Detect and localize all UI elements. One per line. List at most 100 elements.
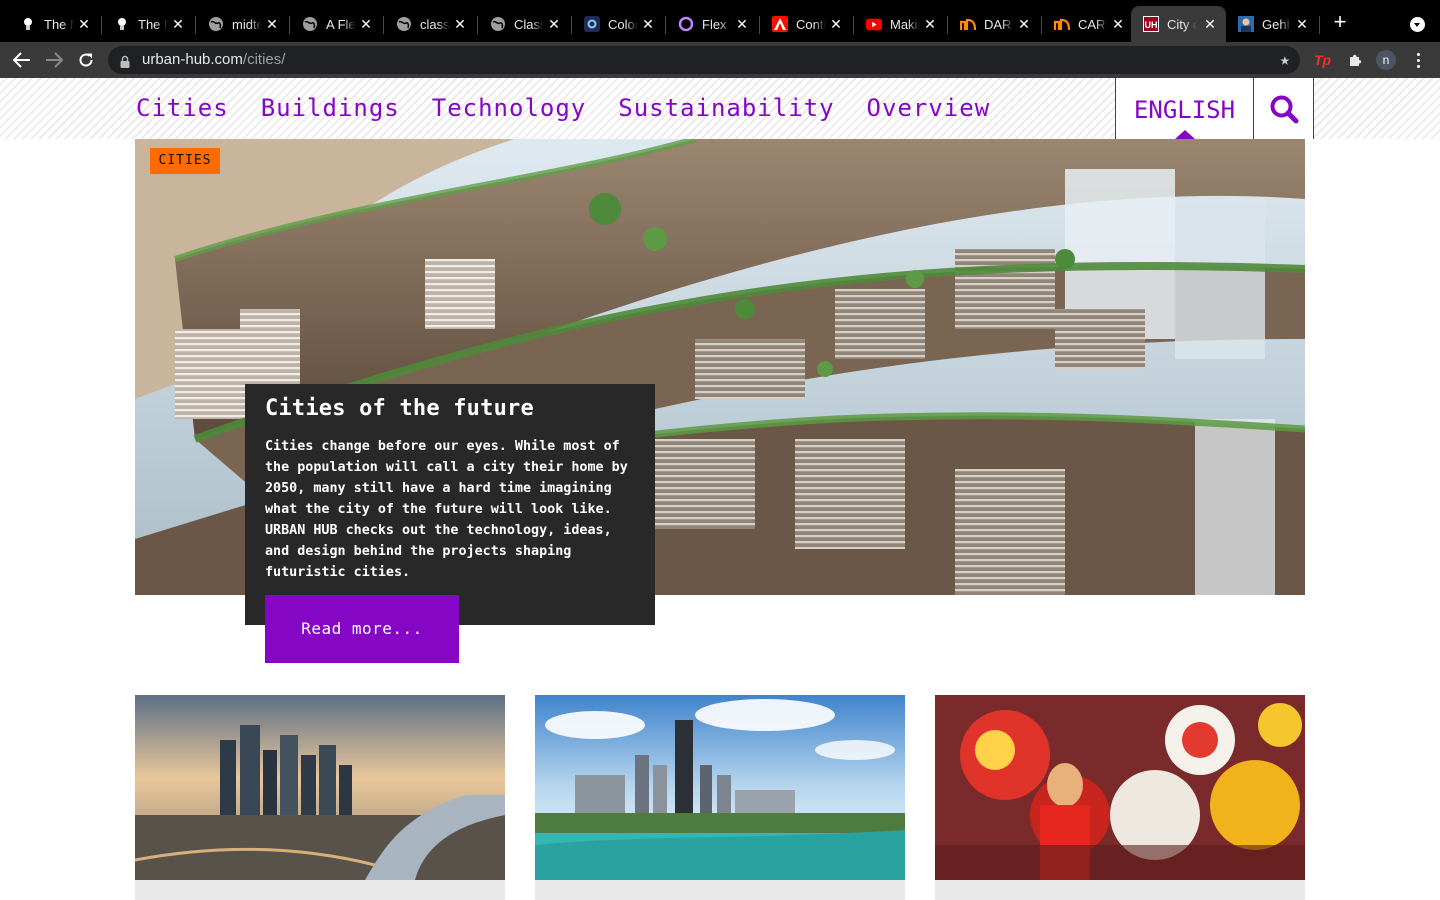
tab-title: City o [1167, 16, 1197, 32]
browser-tab[interactable]: The N ✕ [102, 6, 194, 42]
profile-avatar[interactable]: n [1376, 50, 1396, 70]
close-tab-icon[interactable]: ✕ [546, 16, 562, 32]
adobe-icon [772, 16, 788, 32]
browser-tab-active[interactable]: UH City o ✕ [1131, 6, 1226, 42]
article-card-footer [935, 880, 1305, 900]
hero-title: Cities of the future [265, 396, 534, 421]
browser-tab[interactable]: Gehl ✕ [1226, 6, 1318, 42]
dart-logo-icon [960, 16, 976, 32]
globe-icon [396, 16, 412, 32]
youtube-icon [866, 16, 882, 32]
globe-icon [208, 16, 224, 32]
article-card-footer [535, 880, 905, 900]
browser-tab-bar: The N ✕ The N ✕ midte ✕ A Fle ✕ class ✕ … [0, 0, 1440, 42]
browser-tab[interactable]: Conti ✕ [760, 6, 852, 42]
close-tab-icon[interactable]: ✕ [1202, 16, 1218, 32]
nav-link-overview[interactable]: Overview [867, 94, 991, 122]
site-header: Cities Buildings Technology Sustainabili… [0, 78, 1440, 139]
tab-title: The N [44, 16, 74, 32]
article-card-footer [135, 880, 505, 900]
browser-tab[interactable]: class ✕ [384, 6, 476, 42]
close-tab-icon[interactable]: ✕ [922, 16, 938, 32]
bulb-icon [20, 16, 36, 32]
article-thumbnail-chicago-lakefront[interactable] [535, 695, 905, 880]
search-icon [1270, 95, 1298, 123]
bulb-icon [114, 16, 130, 32]
reload-icon [79, 53, 93, 67]
tab-title: midte [232, 16, 262, 32]
article-thumbnail-moscow-skyline[interactable] [135, 695, 505, 880]
tab-title: DART [984, 16, 1014, 32]
city-skyline-image [135, 695, 505, 880]
close-tab-icon[interactable]: ✕ [1110, 16, 1126, 32]
tab-title: The N [138, 16, 168, 32]
nav-link-buildings[interactable]: Buildings [261, 94, 400, 122]
forward-button[interactable] [44, 50, 64, 70]
browser-tab[interactable]: The N ✕ [8, 6, 100, 42]
browser-tab[interactable]: Flex C ✕ [666, 6, 758, 42]
back-button[interactable] [12, 50, 32, 70]
color-picker-icon [584, 16, 600, 32]
browser-menu-icon[interactable] [1412, 52, 1424, 68]
globe-icon [302, 16, 318, 32]
close-tab-icon[interactable]: ✕ [1016, 16, 1032, 32]
tab-title: Color [608, 16, 638, 32]
browser-tab[interactable]: Color ✕ [572, 6, 664, 42]
read-more-button[interactable]: Read more... [265, 595, 459, 663]
reload-button[interactable] [76, 50, 96, 70]
tab-title: A Fle [326, 16, 356, 32]
url-host: urban-hub.com [142, 51, 243, 68]
new-tab-button[interactable]: + [1330, 11, 1350, 33]
forward-arrow-icon [46, 52, 63, 68]
close-tab-icon[interactable]: ✕ [1294, 16, 1310, 32]
language-selector[interactable]: ENGLISH [1115, 78, 1254, 139]
tab-title: class [420, 16, 450, 32]
tab-title: Makin [890, 16, 920, 32]
browser-tab[interactable]: A Fle ✕ [290, 6, 382, 42]
tab-title: Conti [796, 16, 826, 32]
back-arrow-icon [13, 52, 30, 68]
profile-photo-icon [1238, 16, 1254, 32]
hero-description: Cities change before our eyes. While mos… [265, 439, 628, 580]
category-badge[interactable]: CITIES [150, 148, 220, 174]
lion-dance-festival-image [935, 695, 1305, 880]
bookmark-star-icon[interactable]: ★ [1280, 51, 1290, 69]
lakefront-city-image [535, 695, 905, 880]
tab-search-icon[interactable] [1410, 17, 1425, 32]
browser-tab[interactable]: Makin ✕ [854, 6, 946, 42]
article-thumbnail-lion-dance[interactable] [935, 695, 1305, 880]
address-bar[interactable]: urban-hub.com/cities/ ★ [108, 46, 1300, 74]
lock-icon [120, 53, 130, 72]
globe-icon [490, 16, 506, 32]
close-tab-icon[interactable]: ✕ [734, 16, 750, 32]
close-tab-icon[interactable]: ✕ [452, 16, 468, 32]
tab-title: Gehl [1262, 16, 1290, 32]
svg-text:UH: UH [1145, 20, 1158, 30]
search-button[interactable] [1254, 78, 1314, 139]
hero-card: Cities of the future Cities change befor… [245, 384, 655, 625]
tab-title: Class [514, 16, 544, 32]
close-tab-icon[interactable]: ✕ [640, 16, 656, 32]
close-tab-icon[interactable]: ✕ [76, 16, 92, 32]
close-tab-icon[interactable]: ✕ [828, 16, 844, 32]
browser-tab[interactable]: midte ✕ [196, 6, 288, 42]
nav-link-technology[interactable]: Technology [432, 94, 587, 122]
uh-logo-icon: UH [1143, 16, 1159, 32]
nav-link-sustainability[interactable]: Sustainability [618, 94, 834, 122]
close-tab-icon[interactable]: ✕ [358, 16, 374, 32]
nav-link-cities[interactable]: Cities [136, 94, 229, 122]
tab-title: CART [1078, 16, 1108, 32]
close-tab-icon[interactable]: ✕ [264, 16, 280, 32]
browser-tab[interactable]: Class ✕ [478, 6, 570, 42]
close-tab-icon[interactable]: ✕ [170, 16, 186, 32]
url-text: urban-hub.com/cities/ [142, 51, 285, 68]
browser-tab[interactable]: CART ✕ [1042, 6, 1134, 42]
ring-icon [678, 16, 694, 32]
browser-tab[interactable]: DART ✕ [948, 6, 1040, 42]
dart-logo-icon [1054, 16, 1070, 32]
extensions-puzzle-icon[interactable] [1346, 51, 1364, 69]
tp-extension-icon[interactable]: Tp [1314, 51, 1331, 69]
main-nav: Cities Buildings Technology Sustainabili… [136, 94, 1022, 122]
url-path: /cities/ [242, 51, 286, 68]
tab-title: Flex C [702, 16, 732, 32]
